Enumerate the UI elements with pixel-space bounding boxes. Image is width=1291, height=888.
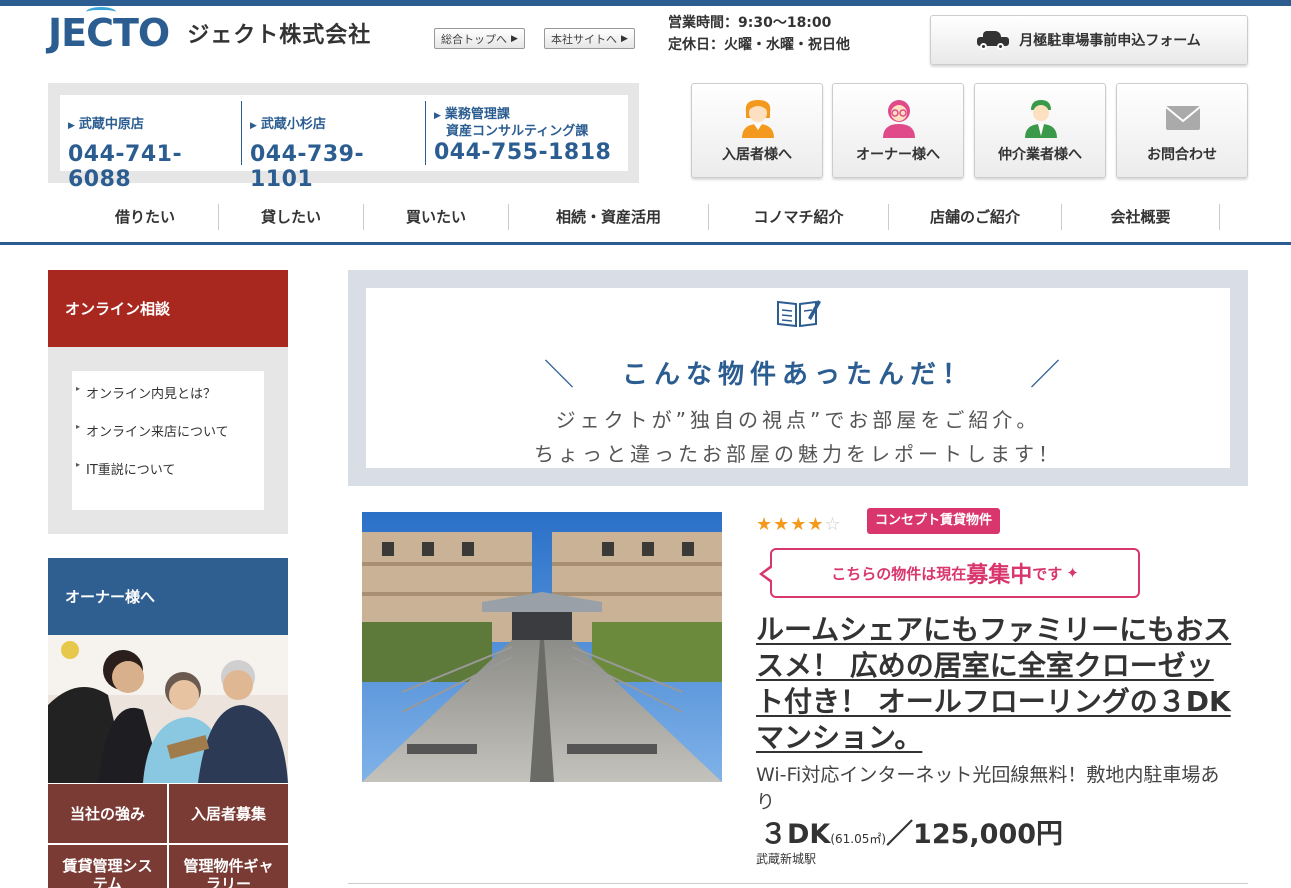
nav-konomachi[interactable]: コノマチ紹介: [709, 204, 889, 230]
banner-subtitle-1: ジェクトが”独自の視点”でお部屋をご紹介。: [555, 408, 1041, 432]
agent-icon: [1025, 100, 1057, 138]
resident-button-label: 入居者様へ: [722, 147, 792, 163]
recruit-text-emphasis: 募集中: [966, 563, 1033, 588]
owner-icon: [883, 100, 915, 138]
recruiting-callout: こちらの物件は現在 募集中 です ✦: [759, 548, 1140, 598]
phone-nakahara: ▶ 武蔵中原店 044-741-6088: [60, 101, 242, 192]
open-book-icon: [777, 300, 821, 328]
recruit-text-post: です: [1032, 564, 1063, 583]
department-name: 業務管理課: [444, 107, 510, 122]
our-strengths-button[interactable]: 当社の強み: [48, 784, 167, 843]
rating-stars: ★★★★☆: [756, 514, 842, 535]
resident-icon: [742, 100, 774, 138]
rent-price: ／125,000円: [886, 819, 1064, 850]
section-divider: [348, 883, 1248, 884]
holidays-text: 定休日：火曜・水曜・祝日他: [668, 37, 850, 53]
mail-icon: [1165, 106, 1201, 130]
phone-number[interactable]: 044-741-6088: [68, 142, 235, 192]
parking-button-label: 月極駐車場事前申込フォーム: [1019, 33, 1201, 49]
main-nav: 借りたい 貸したい 買いたい 相続・資産活用 コノマチ紹介 店舗のご紹介 会社概…: [72, 204, 1222, 230]
head-office-link[interactable]: 本社サイトへ ▶: [544, 28, 635, 49]
feature-banner[interactable]: ＼ こんな物件あったんだ！ ／ ジェクトが”独自の視点”でお部屋をご紹介。 ちょ…: [348, 270, 1248, 486]
contact-button-label: お問合わせ: [1147, 147, 1217, 163]
floor-plan: ３DK: [760, 819, 831, 850]
property-description: Wi-Fi対応インターネット光回線無料！敷地内駐車場あり: [756, 764, 1220, 813]
nav-underline: [0, 242, 1291, 245]
nav-rent[interactable]: 借りたい: [72, 204, 219, 230]
sidebar-item-it-explanation[interactable]: IT重説について: [72, 459, 264, 497]
triangle-right-icon: ▶: [434, 111, 441, 121]
company-logo[interactable]: JECTO ジェクト株式会社: [48, 7, 372, 58]
owner-button[interactable]: オーナー様へ: [832, 83, 964, 178]
store-name: 武蔵小杉店: [260, 117, 326, 132]
logo-wordmark: JECTO: [48, 7, 170, 55]
property-title-link[interactable]: ルームシェアにもファミリーにもおススメ！ 広めの居室に全室クローゼット付き！ オ…: [756, 612, 1236, 756]
floor-area: (61.05㎡): [830, 832, 887, 846]
top-accent-bar: [0, 0, 1291, 6]
nav-company[interactable]: 会社概要: [1062, 204, 1220, 230]
contact-button[interactable]: お問合わせ: [1116, 83, 1248, 178]
rental-management-button[interactable]: 賃貸管理システム: [48, 845, 167, 888]
nav-lease[interactable]: 貸したい: [219, 204, 364, 230]
owner-heading[interactable]: オーナー様へ: [48, 558, 288, 635]
property-gallery-button[interactable]: 管理物件ギャラリー: [169, 845, 288, 888]
owner-button-label: オーナー様へ: [856, 147, 940, 163]
general-top-link-label: 総合トップへ: [441, 32, 507, 46]
nav-inheritance[interactable]: 相続・資産活用: [509, 204, 709, 230]
triangle-right-icon: ▶: [68, 121, 75, 131]
star-icon: ★★★★: [756, 514, 825, 535]
phone-management: ▶ 業務管理課 資産コンサルティング課 044-755-1818: [426, 101, 626, 165]
resident-button[interactable]: 入居者様へ: [691, 83, 823, 178]
online-consult-menu: オンライン内見とは？ オンライン来店について IT重説について: [48, 347, 288, 534]
department-name-2: 資産コンサルティング課: [446, 124, 589, 139]
phone-contacts: ▶ 武蔵中原店 044-741-6088 ▶ 武蔵小杉店 044-739-1101 …: [48, 83, 639, 192]
owner-consultation-photo: [48, 635, 288, 783]
triangle-right-icon: ▶: [511, 33, 518, 44]
banner-title: こんな物件あったんだ！: [621, 360, 974, 390]
slash-decoration-right: ／: [1030, 358, 1060, 393]
triangle-right-icon: ▶: [250, 121, 257, 131]
property-photo[interactable]: [362, 512, 722, 782]
phone-number[interactable]: 044-755-1818: [434, 140, 620, 165]
tenant-recruitment-button[interactable]: 入居者募集: [169, 784, 288, 843]
store-name: 武蔵中原店: [78, 117, 144, 132]
banner-subtitle-2: ちょっと違ったお部屋の魅力をレポートします！: [534, 442, 1062, 466]
car-icon: [977, 31, 1010, 50]
sidebar-item-online-viewing[interactable]: オンライン内見とは？: [72, 383, 264, 421]
agent-button-label: 仲介業者様へ: [998, 147, 1082, 163]
business-hours: 営業時間：9:30〜18:00 定休日：火曜・水曜・祝日他: [668, 12, 850, 56]
property-price: ３DK(61.05㎡)／125,000円: [760, 812, 1063, 851]
hours-text: 営業時間：9:30〜18:00: [668, 15, 832, 31]
triangle-right-icon: ▶: [621, 33, 628, 44]
online-consult-heading[interactable]: オンライン相談: [48, 270, 288, 347]
recruit-text-pre: こちらの物件は現在: [831, 564, 967, 583]
phone-kosugi: ▶ 武蔵小杉店 044-739-1101: [242, 101, 426, 192]
logo-company-name: ジェクト株式会社: [187, 23, 372, 48]
star-empty-icon: ☆: [824, 514, 842, 535]
agent-button[interactable]: 仲介業者様へ: [974, 83, 1106, 178]
sparkle-icon: ✦: [1066, 564, 1079, 582]
phone-number[interactable]: 044-739-1101: [250, 142, 419, 192]
concept-badge[interactable]: コンセプト賃貸物件: [867, 508, 1001, 534]
sidebar-item-online-visit[interactable]: オンライン来店について: [72, 421, 264, 459]
nav-buy[interactable]: 買いたい: [364, 204, 509, 230]
nav-stores[interactable]: 店舗のご紹介: [889, 204, 1062, 230]
general-top-link[interactable]: 総合トップへ ▶: [434, 28, 525, 49]
nearest-station: 武蔵新城駅: [756, 852, 817, 866]
head-office-link-label: 本社サイトへ: [551, 32, 617, 46]
parking-application-button[interactable]: 月極駐車場事前申込フォーム: [930, 15, 1248, 65]
